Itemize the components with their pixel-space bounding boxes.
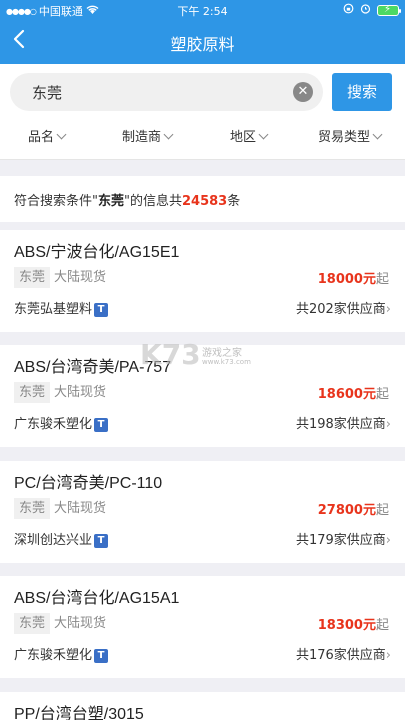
listing-card[interactable]: ABS/宁波台化/AG15E1 东莞 大陆现货 18000元起 东莞弘基塑料 T … (0, 230, 405, 332)
stock-type: 大陆现货 (54, 385, 107, 400)
filter-trade-type[interactable]: 贸易类型 (318, 126, 383, 145)
listing-card[interactable]: PP/台湾台塑/3015 (0, 692, 405, 720)
rotation-lock-icon (343, 3, 354, 17)
company-name[interactable]: 广东骏禾塑化 T (14, 644, 109, 663)
location-tag: 东莞 (14, 613, 51, 634)
search-button[interactable]: 搜索 (332, 73, 392, 111)
trust-badge-icon: T (94, 649, 109, 663)
location-tag: 东莞 (14, 267, 51, 288)
status-bar: ●●●●○ 中国联通 下午 2:54 ⚡ (0, 0, 405, 20)
product-name: ABS/宁波台化/AG15E1 (14, 244, 180, 261)
price: 18300元起 (317, 618, 389, 633)
company-name[interactable]: 广东骏禾塑化 T (14, 413, 109, 432)
product-name: PP/台湾台塑/3015 (14, 706, 144, 720)
watermark-url: www.k73.com (202, 358, 251, 366)
watermark-logo: K73 游戏之家 www.k73.com (140, 338, 251, 371)
trust-badge-icon: T (94, 303, 109, 317)
nav-bar: 塑胶原料 (0, 20, 405, 64)
filter-manufacturer[interactable]: 制造商 (122, 126, 174, 145)
chevron-right-icon: › (385, 533, 391, 548)
trust-badge-icon: T (94, 418, 109, 432)
company-name[interactable]: 深圳创达兴业 T (14, 529, 109, 548)
chevron-down-icon (163, 129, 174, 140)
filter-product-name[interactable]: 品名 (28, 126, 67, 145)
listing-card[interactable]: ABS/台湾台化/AG15A1 东莞 大陆现货 18300元起 广东骏禾塑化 T … (0, 576, 405, 678)
stock-type: 大陆现货 (54, 270, 107, 285)
page-title: 塑胶原料 (170, 35, 235, 54)
filter-region[interactable]: 地区 (230, 126, 269, 145)
listing-card[interactable]: PC/台湾奇美/PC-110 东莞 大陆现货 27800元起 深圳创达兴业 T 共… (0, 461, 405, 563)
stock-type: 大陆现货 (54, 616, 107, 631)
price: 18600元起 (317, 387, 389, 402)
suppliers-link[interactable]: 共179家供应商› (296, 529, 391, 548)
product-name: PC/台湾奇美/PC-110 (14, 475, 163, 492)
trust-badge-icon: T (94, 534, 109, 548)
search-bar: 东莞 ✕ 搜索 (0, 64, 405, 120)
chevron-down-icon (56, 129, 67, 140)
price: 18000元起 (317, 272, 389, 287)
stock-type: 大陆现货 (54, 501, 107, 516)
result-count: 24583 (181, 194, 228, 209)
location-tag: 东莞 (14, 382, 51, 403)
search-input-value: 东莞 (32, 84, 63, 102)
result-keyword: 东莞 (97, 194, 124, 209)
watermark-text: 游戏之家 (202, 348, 242, 359)
filter-bar: 品名 制造商 地区 贸易类型 (0, 120, 405, 160)
location-tag: 东莞 (14, 498, 51, 519)
company-name[interactable]: 东莞弘基塑料 T (14, 298, 109, 317)
clear-search-button[interactable]: ✕ (293, 82, 313, 102)
chevron-right-icon: › (385, 417, 391, 432)
chevron-down-icon (258, 129, 269, 140)
battery-icon: ⚡ (377, 4, 401, 16)
close-icon: ✕ (297, 84, 309, 99)
search-input[interactable]: 东莞 ✕ (10, 73, 323, 111)
suppliers-link[interactable]: 共176家供应商› (296, 644, 391, 663)
chevron-down-icon (372, 129, 383, 140)
suppliers-link[interactable]: 共198家供应商› (296, 413, 391, 432)
chevron-right-icon: › (385, 648, 391, 663)
alarm-icon (360, 3, 371, 17)
price: 27800元起 (317, 503, 389, 518)
chevron-right-icon: › (385, 302, 391, 317)
suppliers-link[interactable]: 共202家供应商› (296, 298, 391, 317)
result-summary: 符合搜索条件"东莞"的信息共24583条 (0, 176, 405, 222)
product-name: ABS/台湾台化/AG15A1 (14, 590, 180, 607)
